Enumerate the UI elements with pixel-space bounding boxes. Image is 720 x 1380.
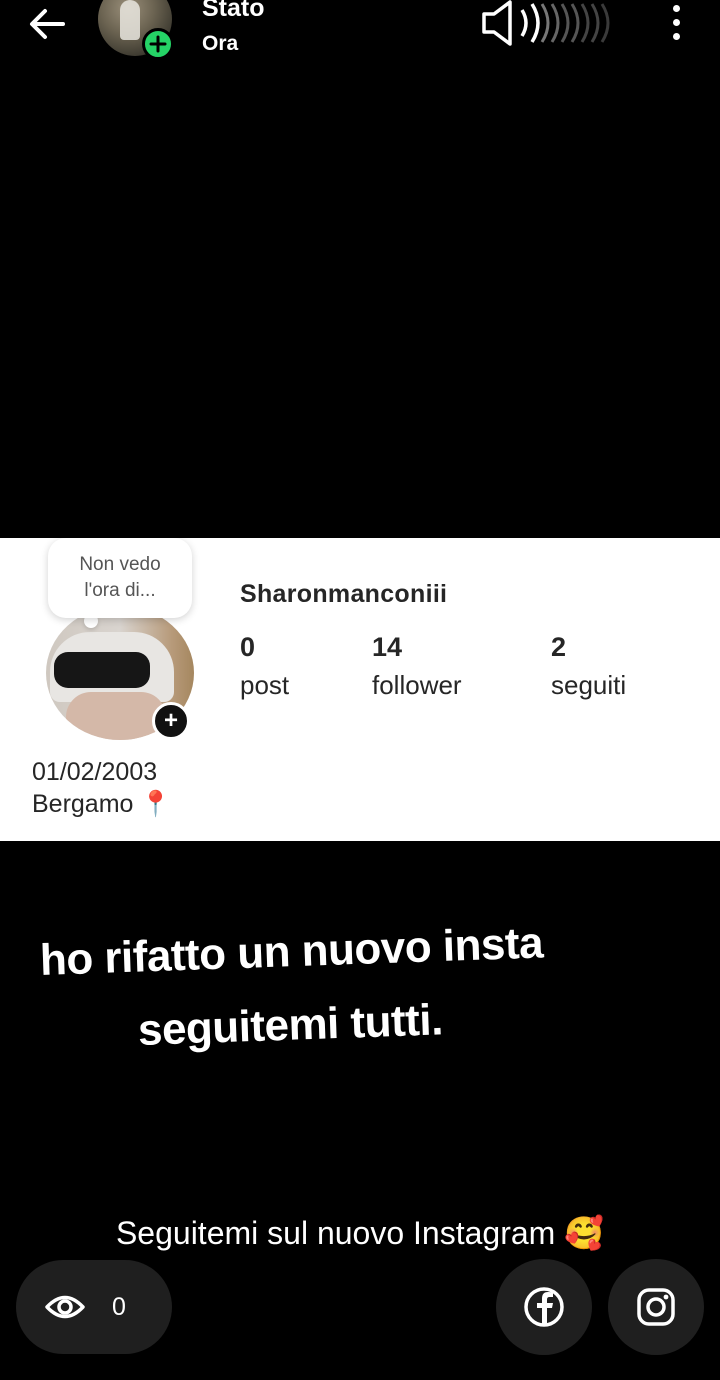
share-instagram-button[interactable]: [608, 1259, 704, 1355]
status-title: Stato: [202, 0, 265, 22]
profile-username: Sharonmanconiii: [240, 580, 448, 608]
add-story-icon[interactable]: +: [152, 702, 190, 740]
arrow-left-icon: [30, 9, 65, 39]
profile-location: Bergamo 📍: [32, 790, 172, 818]
profile-birthdate: 01/02/2003: [32, 758, 158, 786]
speaker-icon: [482, 0, 610, 46]
facebook-icon: [524, 1287, 564, 1327]
note-bubble[interactable]: Non vedo l'ora di...: [48, 538, 192, 618]
add-status-icon[interactable]: [142, 28, 174, 60]
note-line-1: Non vedo: [79, 554, 161, 575]
views-count: 0: [112, 1292, 126, 1321]
profile-card: Non vedo l'ora di... + Sharonmanconiii 0…: [0, 538, 720, 841]
following-label[interactable]: seguiti: [551, 670, 626, 701]
followers-label[interactable]: follower: [372, 670, 462, 701]
caption-line-2: seguitemi tutti.: [137, 995, 444, 1055]
more-options-button[interactable]: [658, 0, 694, 44]
followers-count[interactable]: 14: [372, 632, 402, 663]
note-line-2: l'ora di...: [84, 580, 156, 601]
views-button[interactable]: 0: [16, 1260, 172, 1354]
caption-line-1: ho rifatto un nuovo insta: [39, 918, 544, 985]
share-facebook-button[interactable]: [496, 1259, 592, 1355]
mute-button[interactable]: [476, 0, 626, 48]
eye-icon: [45, 1295, 85, 1319]
status-time: Ora: [202, 32, 239, 55]
following-count[interactable]: 2: [551, 632, 566, 663]
more-vertical-icon: [672, 4, 680, 12]
posts-label: post: [240, 670, 290, 700]
instagram-icon: [637, 1288, 675, 1326]
back-button[interactable]: [22, 2, 72, 46]
posts-count: 0: [240, 632, 256, 662]
status-subtitle: Seguitemi sul nuovo Instagram 🥰: [115, 1215, 605, 1251]
